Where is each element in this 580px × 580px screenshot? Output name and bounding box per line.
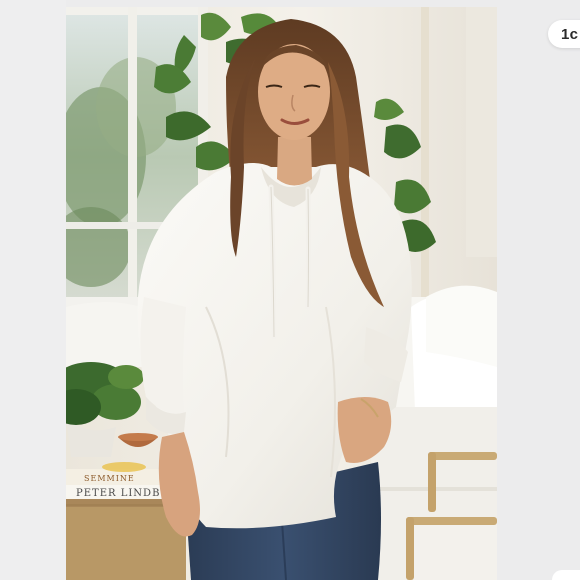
product-photo[interactable]: SEMMINE PETER LINDB [66,7,497,580]
image-counter-chip[interactable]: 1c [548,20,580,48]
product-photo-illustration: SEMMINE PETER LINDB [66,7,497,580]
image-viewer: SEMMINE PETER LINDB 1c [0,0,580,580]
bottom-scroll-chip[interactable] [552,570,580,580]
armchair [66,302,146,367]
wall-trim [421,7,429,307]
book-title-top: SEMMINE [84,474,135,483]
left-margin [0,0,66,580]
book-title-bottom: PETER LINDB [76,488,160,499]
right-margin [497,0,580,580]
image-counter-label: 1c [561,25,579,43]
